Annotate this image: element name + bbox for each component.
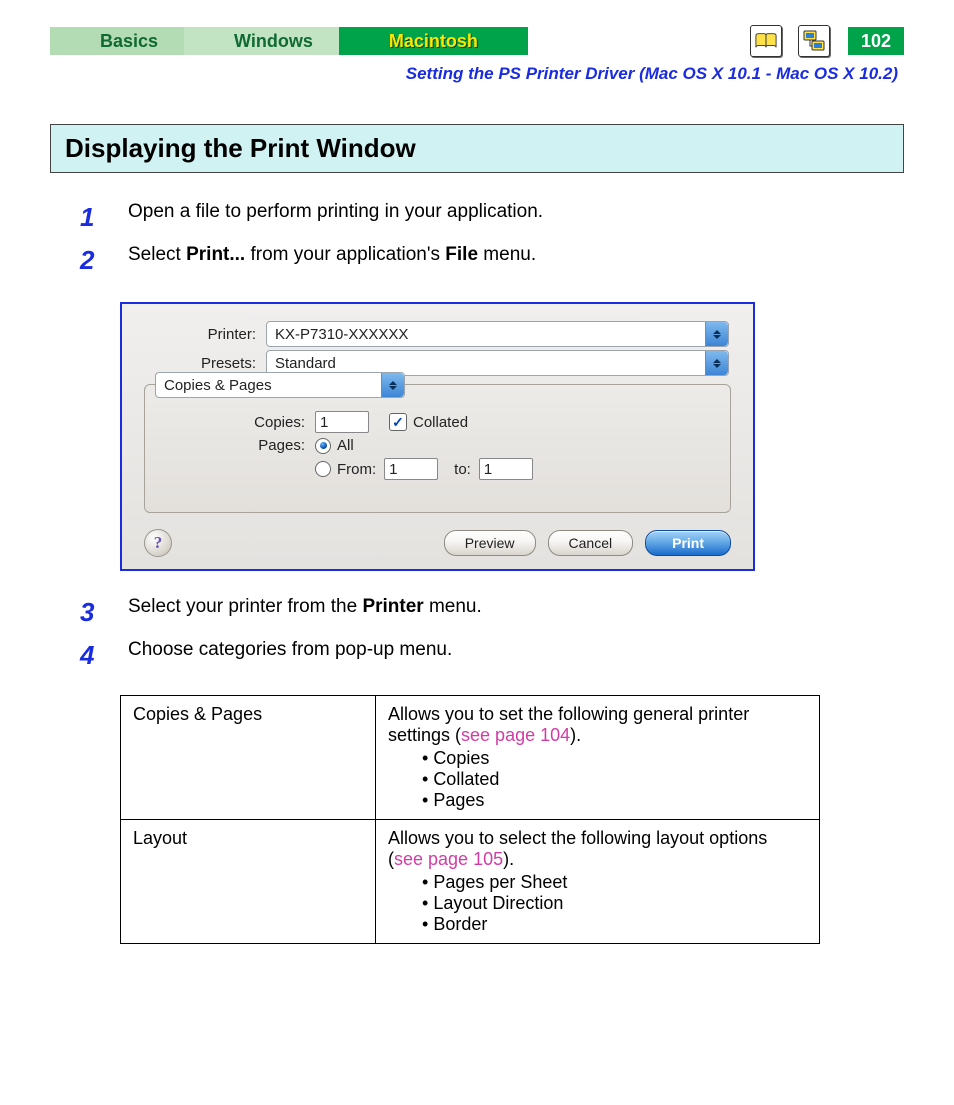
step-text: Choose categories from pop-up menu. [128,636,452,665]
pages-all-radio[interactable] [315,438,331,454]
step-number: 3 [80,593,128,632]
print-button[interactable]: Print [645,530,731,556]
step-number: 2 [80,241,128,280]
pages-from-input[interactable]: 1 [384,458,438,480]
category-name: Layout [121,820,376,944]
breadcrumb-subheader: Setting the PS Printer Driver (Mac OS X … [50,64,904,84]
table-row: Copies & Pages Allows you to set the fol… [121,696,820,820]
step-number: 4 [80,636,128,675]
network-icon[interactable] [798,25,830,57]
see-page-link[interactable]: see page 105 [394,849,503,869]
tab-macintosh[interactable]: Macintosh [339,27,528,55]
table-row: Layout Allows you to select the followin… [121,820,820,944]
list-item: Pages [422,790,807,811]
updown-icon [705,351,728,375]
list-item: Layout Direction [422,893,807,914]
step-1: 1 Open a file to perform printing in you… [80,198,904,237]
printer-label: Printer: [146,326,266,343]
step-text: Open a file to perform printing in your … [128,198,543,227]
section-heading: Displaying the Print Window [50,124,904,173]
pages-from-radio[interactable] [315,461,331,477]
list-item: Pages per Sheet [422,872,807,893]
step-text: Select Print... from your application's … [128,241,536,270]
preview-button[interactable]: Preview [444,530,536,556]
category-desc: Allows you to set the following general … [376,696,820,820]
pages-label: Pages: [209,437,315,454]
step-text: Select your printer from the Printer men… [128,593,482,622]
page-number: 102 [848,27,904,55]
printer-value: KX-P7310-XXXXXX [275,326,408,343]
updown-icon [705,322,728,346]
copies-label: Copies: [209,414,315,431]
pages-from-label: From: [337,461,376,478]
collated-label: Collated [413,414,468,431]
top-nav: Basics Windows Macintosh 102 [50,24,904,58]
pages-all-label: All [337,437,354,454]
updown-icon [381,373,404,397]
list-item: Copies [422,748,807,769]
category-desc: Allows you to select the following layou… [376,820,820,944]
presets-label: Presets: [146,355,266,372]
presets-value: Standard [275,355,336,372]
category-name: Copies & Pages [121,696,376,820]
pages-to-input[interactable]: 1 [479,458,533,480]
list-item: Collated [422,769,807,790]
print-dialog: Printer: KX-P7310-XXXXXX Presets: Standa… [120,302,755,571]
step-3: 3 Select your printer from the Printer m… [80,593,904,632]
see-page-link[interactable]: see page 104 [461,725,570,745]
list-item: Border [422,914,807,935]
pages-to-label: to: [454,461,471,478]
step-number: 1 [80,198,128,237]
tab-windows[interactable]: Windows [184,27,339,55]
step-2: 2 Select Print... from your application'… [80,241,904,280]
printer-select[interactable]: KX-P7310-XXXXXX [266,321,729,347]
copies-input[interactable]: 1 [315,411,369,433]
collated-checkbox[interactable]: ✓ [389,413,407,431]
help-button[interactable]: ? [144,529,172,557]
cancel-button[interactable]: Cancel [548,530,634,556]
category-select[interactable]: Copies & Pages [155,372,405,398]
categories-table: Copies & Pages Allows you to set the fol… [120,695,820,944]
step-4: 4 Choose categories from pop-up menu. [80,636,904,675]
category-value: Copies & Pages [164,377,272,394]
options-group: Copies & Pages Copies: 1 ✓ Collated Page… [144,384,731,513]
book-icon[interactable] [750,25,782,57]
tab-basics[interactable]: Basics [50,27,184,55]
